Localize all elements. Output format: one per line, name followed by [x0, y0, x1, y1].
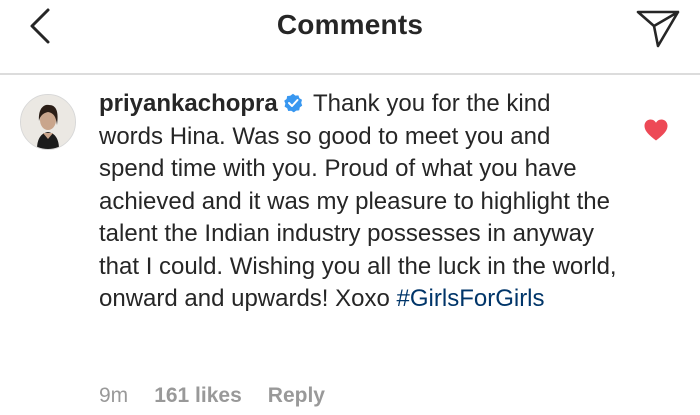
page-title: Comments — [276, 9, 424, 40]
comments-screen: Comments priyankachopra Thank you for th… — [0, 0, 700, 415]
comment-text: Thank you for the kind words Hina. Was s… — [99, 90, 617, 312]
hashtag-link[interactable]: #GirlsForGirls — [397, 285, 545, 312]
comment-meta: 9m 161 likes Reply — [99, 384, 351, 408]
verified-badge-icon — [283, 93, 302, 113]
avatar[interactable] — [20, 94, 76, 150]
reply-button[interactable]: Reply — [268, 384, 325, 407]
likes-count[interactable]: 161 likes — [154, 384, 242, 407]
header-bar: Comments — [0, 0, 700, 55]
send-button[interactable] — [634, 6, 682, 50]
profile-photo — [21, 95, 75, 149]
like-button[interactable] — [643, 118, 669, 142]
header-divider — [0, 73, 700, 75]
comment-body: priyankachopra Thank you for the kind wo… — [99, 88, 619, 316]
paper-plane-icon — [636, 10, 680, 48]
comment-time: 9m — [99, 384, 129, 407]
comment-username[interactable]: priyankachopra — [99, 90, 278, 117]
heart-icon — [644, 119, 668, 141]
